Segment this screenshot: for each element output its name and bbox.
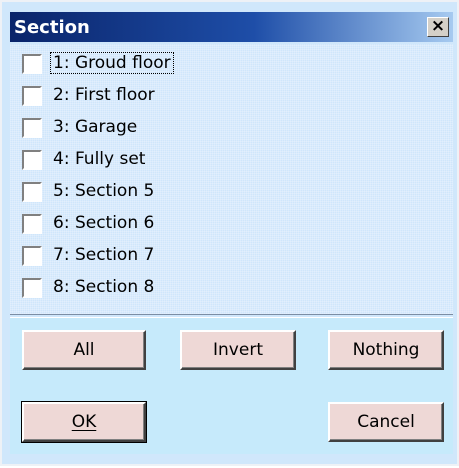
ok-button[interactable]: OK: [21, 401, 147, 443]
checkbox-label[interactable]: 7: Section 7: [51, 245, 156, 265]
nothing-button-label: Nothing: [352, 340, 420, 360]
invert-button-label: Invert: [213, 340, 263, 360]
invert-button[interactable]: Invert: [180, 330, 296, 370]
cancel-button[interactable]: Cancel: [328, 402, 444, 442]
section-dialog: Section × 1: Groud floor 2: First floor …: [0, 0, 459, 466]
all-button[interactable]: All: [22, 330, 146, 370]
checkbox-label[interactable]: 6: Section 6: [51, 213, 156, 233]
ok-button-label: OK: [71, 412, 97, 432]
checkbox-label[interactable]: 3: Garage: [51, 117, 139, 137]
checkbox[interactable]: [22, 182, 42, 202]
checkbox[interactable]: [22, 278, 42, 298]
checkbox-label[interactable]: 4: Fully set: [51, 149, 147, 169]
checkbox-label[interactable]: 1: Groud floor: [50, 52, 174, 74]
checkbox[interactable]: [22, 86, 42, 106]
cancel-button-label: Cancel: [357, 412, 415, 432]
all-button-label: All: [73, 340, 95, 360]
button-panel: All Invert Nothing OK Cancel: [10, 318, 453, 454]
title-bar[interactable]: Section ×: [10, 12, 453, 42]
checkbox[interactable]: [22, 118, 42, 138]
close-button[interactable]: ×: [427, 16, 449, 37]
checkbox-label[interactable]: 5: Section 5: [51, 181, 156, 201]
checkbox[interactable]: [22, 214, 42, 234]
checkbox[interactable]: [22, 150, 42, 170]
dialog-title: Section: [14, 17, 90, 38]
nothing-button[interactable]: Nothing: [328, 330, 444, 370]
checkbox[interactable]: [22, 54, 42, 74]
close-icon: ×: [430, 16, 446, 36]
checkbox[interactable]: [22, 246, 42, 266]
checkbox-label[interactable]: 8: Section 8: [51, 277, 156, 297]
checkbox-label[interactable]: 2: First floor: [51, 85, 157, 105]
section-checklist: 1: Groud floor 2: First floor 3: Garage …: [10, 44, 453, 314]
